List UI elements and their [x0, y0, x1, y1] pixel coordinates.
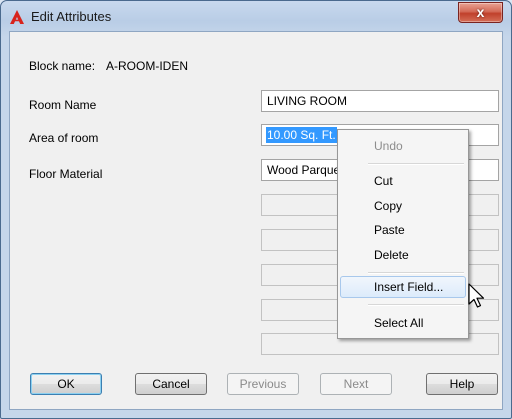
- area-of-room-label: Area of room: [29, 131, 99, 145]
- help-button[interactable]: Help: [426, 373, 498, 395]
- room-name-field[interactable]: LIVING ROOM: [261, 90, 499, 112]
- block-name-label: Block name:: [29, 59, 96, 73]
- floor-material-label: Floor Material: [29, 167, 103, 181]
- menu-separator: [368, 163, 464, 165]
- close-button[interactable]: x: [458, 2, 503, 23]
- next-button[interactable]: Next: [320, 373, 392, 395]
- title-bar[interactable]: Edit Attributes x: [1, 1, 511, 31]
- context-menu-delete[interactable]: Delete: [340, 244, 466, 266]
- ok-button[interactable]: OK: [30, 373, 102, 395]
- close-icon: x: [476, 4, 485, 20]
- previous-button[interactable]: Previous: [227, 373, 299, 395]
- floor-material-value: Wood Parque: [267, 163, 341, 177]
- block-name-value: A-ROOM-IDEN: [106, 59, 188, 73]
- context-menu-cut[interactable]: Cut: [340, 170, 466, 192]
- edit-attributes-dialog: Edit Attributes x Block name: A-ROOM-IDE…: [0, 0, 512, 419]
- context-menu-copy[interactable]: Copy: [340, 195, 466, 217]
- window-title: Edit Attributes: [31, 9, 112, 24]
- cancel-button[interactable]: Cancel: [135, 373, 207, 395]
- menu-separator: [368, 272, 464, 274]
- context-menu-insert-field[interactable]: Insert Field...: [340, 276, 466, 298]
- mouse-pointer-icon: [468, 283, 485, 308]
- menu-separator: [368, 304, 464, 306]
- context-menu-select-all[interactable]: Select All: [340, 312, 466, 334]
- room-name-label: Room Name: [29, 98, 97, 112]
- context-menu: Undo Cut Copy Paste Delete Insert Field.…: [337, 129, 469, 339]
- room-name-value: LIVING ROOM: [267, 94, 348, 108]
- context-menu-paste[interactable]: Paste: [340, 219, 466, 241]
- area-of-room-value: 10.00 Sq. Ft.: [266, 127, 337, 143]
- context-menu-undo[interactable]: Undo: [340, 135, 466, 157]
- autocad-a-icon: [10, 10, 24, 24]
